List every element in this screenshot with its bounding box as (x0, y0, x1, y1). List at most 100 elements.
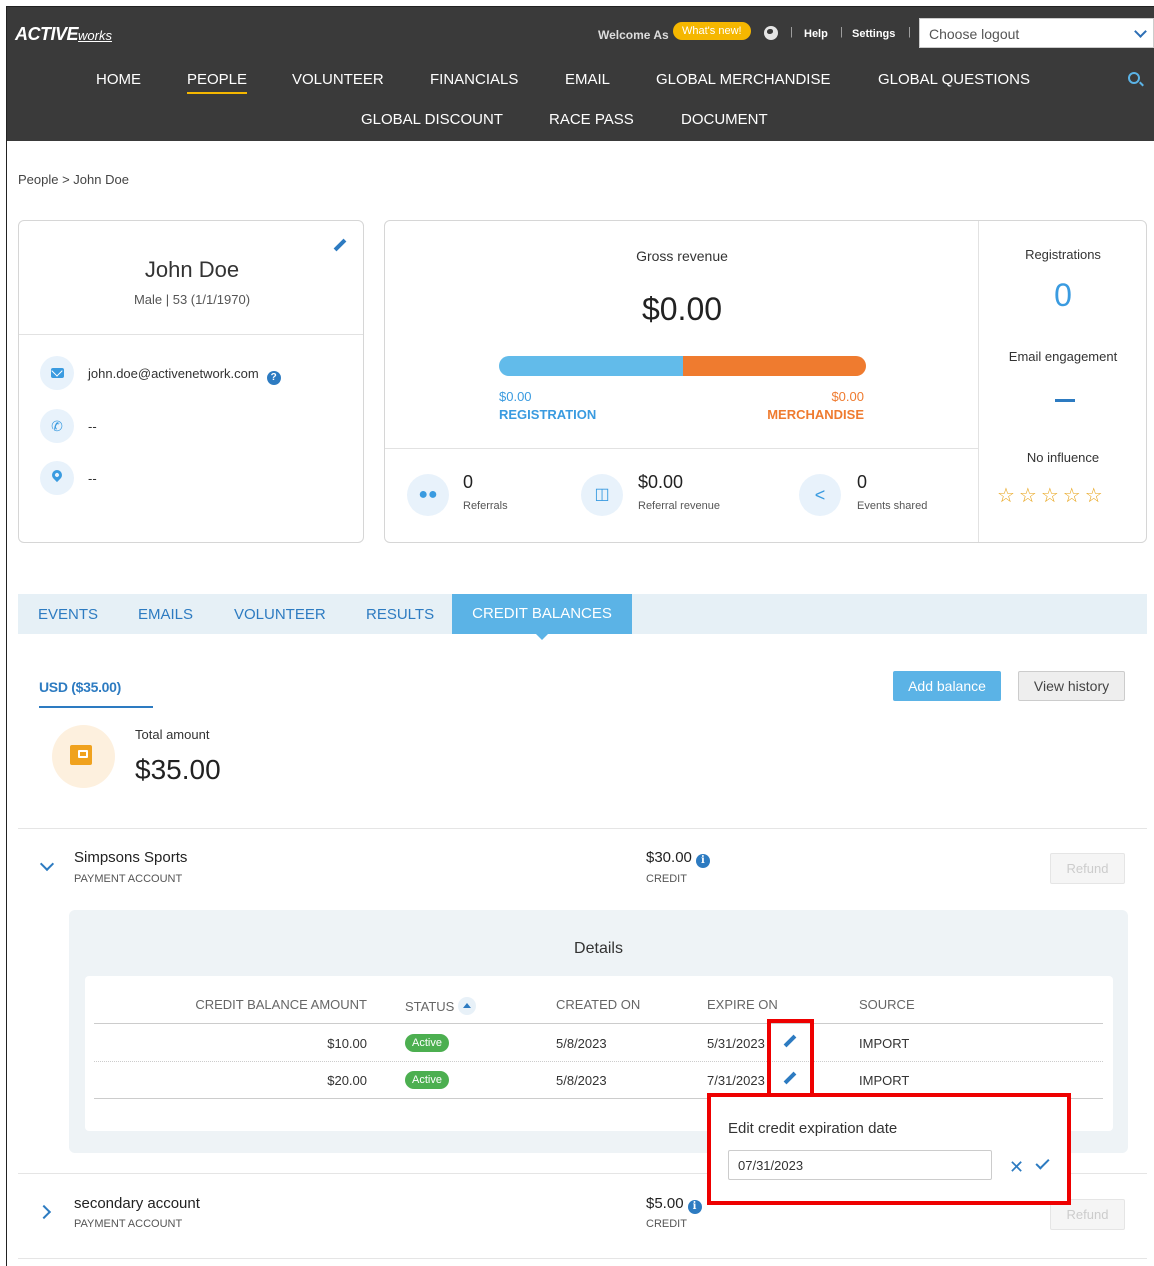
help-icon[interactable]: ? (266, 371, 281, 385)
profile-card: John Doe Male | 53 (1/1/1970) john.doe@a… (18, 220, 364, 543)
gross-revenue-value: $0.00 (641, 291, 723, 327)
share-icon: < (799, 474, 841, 516)
nav-financials[interactable]: FINANCIALS (430, 71, 518, 88)
details-title: Details (574, 940, 623, 957)
nav-global-discount[interactable]: GLOBAL DISCOUNT (361, 111, 503, 128)
tab-results[interactable]: RESULTS (366, 606, 434, 623)
referral-revenue-value: $0.00 (638, 472, 684, 492)
refund-button[interactable]: Refund (1050, 853, 1125, 884)
account-credit-row: $30.00 i (646, 849, 710, 868)
globe-icon[interactable] (764, 26, 778, 40)
row-expire: 7/31/2023 (707, 1073, 765, 1088)
column-header-expire[interactable]: EXPIRE ON (707, 997, 778, 1012)
referral-revenue-label: Referral revenue (638, 500, 720, 512)
total-amount-value: $35.00 (135, 754, 221, 785)
edit-profile-icon[interactable] (333, 239, 347, 253)
account-type: PAYMENT ACCOUNT (74, 1218, 183, 1230)
tab-volunteer[interactable]: VOLUNTEER (234, 606, 326, 623)
column-header-created[interactable]: CREATED ON (556, 997, 640, 1012)
events-shared-value: 0 (857, 472, 868, 492)
nav-document[interactable]: DOCUMENT (681, 111, 768, 128)
status-badge: Active (405, 1071, 449, 1089)
wallet-icon-bg (52, 725, 115, 788)
currency-tab-underline (39, 706, 153, 708)
logo[interactable]: ACTIVEworks (15, 24, 112, 45)
email-engagement-dash (1055, 399, 1075, 402)
divider (18, 1258, 1147, 1259)
referrals-label: Referrals (463, 500, 508, 512)
nav-volunteer[interactable]: VOLUNTEER (292, 71, 384, 88)
account-credit-label: CREDIT (646, 873, 687, 885)
main-nav: HOME PEOPLE VOLUNTEER FINANCIALS EMAIL G… (7, 59, 1154, 141)
profile-meta: Male | 53 (1/1/1970) (133, 292, 251, 307)
influence-label: No influence (1026, 450, 1100, 465)
whats-new-badge[interactable]: What's new! (673, 22, 751, 40)
money-icon: ◫ (581, 474, 623, 516)
merchandise-bar-segment (682, 356, 866, 376)
settings-link[interactable]: Settings (852, 28, 895, 40)
info-icon[interactable]: i (687, 1200, 702, 1214)
row-source: IMPORT (859, 1036, 910, 1051)
row-amount: $20.00 (327, 1073, 367, 1088)
chevron-down-icon (1134, 25, 1147, 38)
highlight-box-edit-icons (767, 1019, 814, 1097)
nav-global-merchandise[interactable]: GLOBAL MERCHANDISE (656, 71, 831, 88)
separator: | (790, 26, 793, 38)
events-shared-label: Events shared (857, 500, 928, 512)
highlight-box-popover (707, 1093, 1071, 1205)
nav-race-pass[interactable]: RACE PASS (549, 111, 634, 128)
column-header-amount[interactable]: CREDIT BALANCE AMOUNT (195, 997, 367, 1012)
help-link[interactable]: Help (804, 28, 828, 40)
revenue-bar (499, 356, 866, 376)
divider (18, 828, 1147, 829)
divider (19, 334, 363, 335)
search-icon[interactable] (1128, 72, 1140, 84)
registrations-label: Registrations (1025, 247, 1101, 262)
phone-icon: ✆ (40, 409, 74, 443)
nav-people[interactable]: PEOPLE (187, 71, 248, 94)
revenue-card: Gross revenue $0.00 $0.00 REGISTRATION $… (384, 220, 1147, 543)
separator: | (908, 26, 911, 38)
view-history-button[interactable]: View history (1018, 671, 1125, 701)
row-created: 5/8/2023 (556, 1036, 607, 1051)
registration-value: $0.00 (499, 389, 532, 404)
tab-credit-balances[interactable]: CREDIT BALANCES (452, 594, 632, 640)
currency-tab[interactable]: USD ($35.00) (39, 679, 121, 695)
row-source: IMPORT (859, 1073, 910, 1088)
top-bar: ACTIVEworks Welcome As What's new! | Hel… (7, 7, 1154, 59)
merchandise-label: MERCHANDISE (767, 407, 864, 422)
tab-emails[interactable]: EMAILS (138, 606, 193, 623)
account-credit-row: $5.00 i (646, 1195, 702, 1214)
tab-events[interactable]: EVENTS (38, 606, 98, 623)
nav-email[interactable]: EMAIL (565, 71, 610, 88)
registration-label: REGISTRATION (499, 407, 597, 422)
column-header-source[interactable]: SOURCE (859, 997, 915, 1012)
add-balance-button[interactable]: Add balance (893, 671, 1001, 701)
divider (385, 448, 979, 449)
nav-home[interactable]: HOME (96, 71, 141, 88)
divider (94, 1023, 1103, 1024)
welcome-text: Welcome As (598, 28, 669, 42)
row-expire: 5/31/2023 (707, 1036, 765, 1051)
merchandise-value: $0.00 (831, 389, 864, 404)
column-header-status[interactable]: STATUS (405, 997, 477, 1015)
info-icon[interactable]: i (695, 854, 710, 868)
sort-ascending-icon[interactable] (458, 997, 477, 1015)
breadcrumb[interactable]: People > John Doe (18, 172, 129, 187)
account-credit-amount: $5.00 (646, 1195, 684, 1212)
status-badge: Active (405, 1034, 449, 1052)
total-amount-label: Total amount (135, 727, 210, 742)
email-icon (40, 356, 74, 390)
divider (94, 1061, 1103, 1062)
row-created: 5/8/2023 (556, 1073, 607, 1088)
account-name: Simpsons Sports (74, 849, 188, 866)
nav-global-questions[interactable]: GLOBAL QUESTIONS (878, 71, 1030, 88)
account-credit-label: CREDIT (646, 1218, 687, 1230)
tab-bar: EVENTS EMAILS VOLUNTEER RESULTS CREDIT B… (18, 594, 1147, 640)
profile-email-row: john.doe@activenetwork.com? (88, 366, 281, 385)
logout-select[interactable]: Choose logout (919, 18, 1154, 48)
account-name: secondary account (74, 1195, 200, 1212)
profile-address: -- (88, 471, 97, 486)
account-type: PAYMENT ACCOUNT (74, 873, 183, 885)
profile-email[interactable]: john.doe@activenetwork.com (88, 366, 259, 381)
